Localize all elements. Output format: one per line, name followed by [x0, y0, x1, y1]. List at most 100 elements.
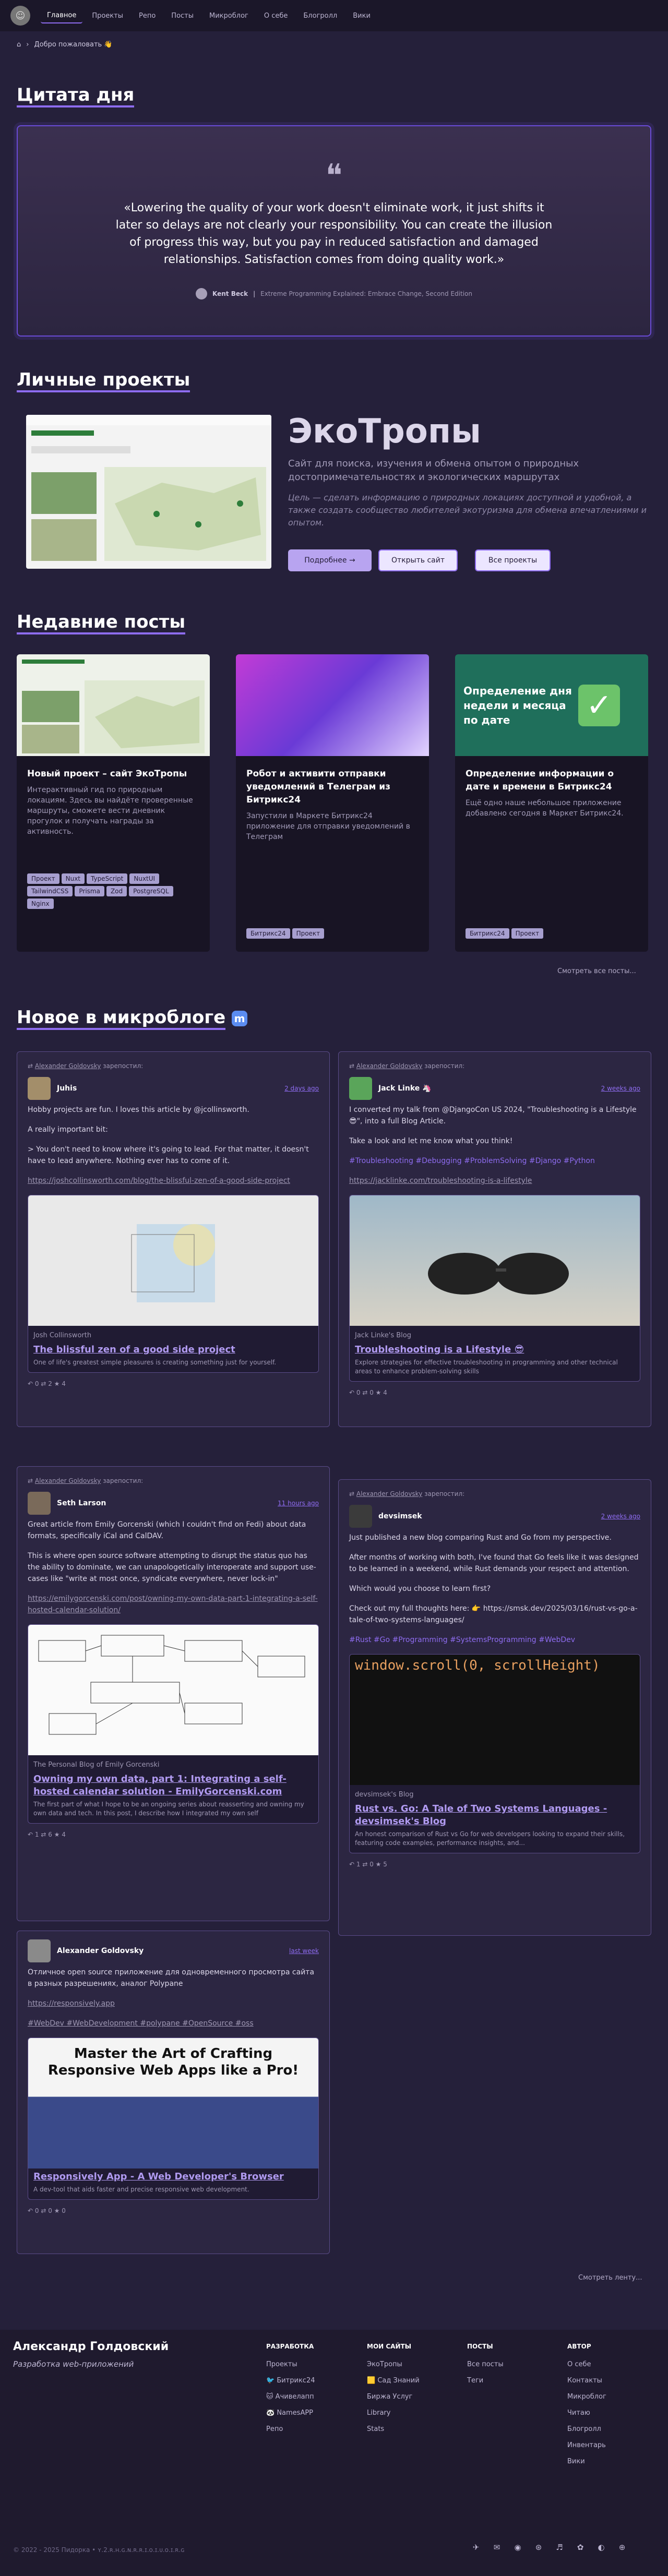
post-time[interactable]: 2 days ago	[284, 1083, 319, 1094]
tag[interactable]: Проект	[511, 928, 544, 939]
preview-title[interactable]: Rust vs. Go: A Tale of Two Systems Langu…	[350, 1801, 640, 1830]
link-preview[interactable]: Josh Collinsworth The blissful zen of a …	[28, 1195, 319, 1373]
tag[interactable]: Nuxt	[61, 873, 85, 884]
post-link[interactable]: https://emilygorcenski.com/post/owning-m…	[28, 1593, 319, 1616]
all-posts-link[interactable]: Смотреть все посты...	[557, 967, 636, 975]
author-name[interactable]: Alexander Goldovsky	[57, 1945, 144, 1957]
tag[interactable]: Проект	[27, 873, 59, 884]
post-text: A really important bit:	[28, 1125, 108, 1134]
footer: Александр Голдовский Разработка web-прил…	[0, 2330, 668, 2576]
mastodon-icon[interactable]: m	[232, 1010, 247, 1026]
nav-posts[interactable]: Посты	[165, 9, 200, 23]
footer-link[interactable]: Блогролл	[567, 2425, 606, 2433]
footer-link[interactable]: Инвентарь	[567, 2441, 606, 2449]
tag[interactable]: Zod	[106, 886, 127, 896]
nav-repo[interactable]: Репо	[133, 9, 162, 23]
avatar-logo[interactable]: ☺	[10, 6, 30, 26]
footer-link[interactable]: Биржа Услуг	[367, 2393, 420, 2401]
tag[interactable]: Nginx	[27, 898, 54, 909]
author-name[interactable]: Seth Larson	[57, 1497, 106, 1509]
post-stats: ↶ 1 ⇄ 6 ★ 4	[28, 1831, 66, 1838]
preview-title[interactable]: Responsively App - A Web Developer's Bro…	[28, 2168, 318, 2185]
footer-link[interactable]: Вики	[567, 2458, 606, 2465]
post-link[interactable]: https://responsively.app	[28, 1998, 319, 2009]
tag[interactable]: Битрикс24	[466, 928, 509, 939]
theme-icon[interactable]: ◐	[595, 2543, 607, 2552]
post-hashtags[interactable]: #Rust #Go #Programming #SystemsProgrammi…	[349, 1634, 640, 1646]
footer-slogan: Разработка web-приложений	[13, 2359, 134, 2369]
mastodon-icon[interactable]: ⊛	[532, 2543, 545, 2552]
microblog-feed-link[interactable]: Смотреть ленту...	[578, 2274, 642, 2282]
bluesky-icon[interactable]: ✿	[574, 2543, 587, 2552]
project-more-button[interactable]: Подробнее →	[288, 549, 372, 571]
breadcrumb: ⌂ › Добро пожаловать 👋	[17, 41, 113, 49]
link-preview[interactable]: Jack Linke's Blog Troubleshooting is a L…	[349, 1195, 640, 1382]
music-icon[interactable]: ♬	[553, 2543, 566, 2552]
tag[interactable]: NuxtUI	[129, 873, 160, 884]
footer-link[interactable]: Читаю	[567, 2409, 606, 2417]
post-time[interactable]: 2 weeks ago	[601, 1511, 640, 1522]
post-link[interactable]: https://joshcollinsworth.com/blog/the-bl…	[28, 1175, 319, 1187]
author-name[interactable]: devsimsek	[378, 1511, 422, 1522]
post-time[interactable]: 11 hours ago	[278, 1497, 319, 1509]
footer-link[interactable]: Все посты	[467, 2361, 504, 2368]
link-preview[interactable]: window.scroll(0, scrollHeight) devsimsek…	[349, 1654, 640, 1853]
link-preview[interactable]: Master the Art of Crafting Responsive We…	[28, 2038, 319, 2200]
nav-wiki[interactable]: Вики	[347, 9, 377, 23]
rss-icon[interactable]: ⊕	[616, 2543, 628, 2552]
preview-title[interactable]: Owning my own data, part 1: Integrating …	[28, 1771, 318, 1800]
avatar[interactable]	[349, 1077, 372, 1100]
footer-link[interactable]: О себе	[567, 2361, 606, 2368]
avatar[interactable]	[349, 1505, 372, 1528]
footer-link[interactable]: Контакты	[567, 2377, 606, 2385]
post-card[interactable]: Робот и активити отправки уведомлений в …	[236, 654, 429, 952]
footer-link[interactable]: 🟨 Сад Знаний	[367, 2377, 420, 2385]
footer-link[interactable]: 🐼 NamesAPP	[266, 2409, 315, 2417]
post-hashtags[interactable]: #Troubleshooting #Debugging #ProblemSolv…	[349, 1155, 640, 1167]
tag[interactable]: TypeScript	[87, 873, 128, 884]
tag[interactable]: Битрикс24	[246, 928, 290, 939]
nav-home[interactable]: Главное	[41, 8, 83, 23]
breadcrumb-current: Добро пожаловать 👋	[34, 41, 113, 49]
nav-microblog[interactable]: Микроблог	[203, 9, 255, 23]
post-time[interactable]: 2 weeks ago	[601, 1083, 640, 1094]
github-icon[interactable]: ◉	[511, 2543, 524, 2552]
footer-link[interactable]: 🐦 Битрикс24	[266, 2377, 315, 2385]
home-icon[interactable]: ⌂	[17, 41, 21, 49]
all-projects-button[interactable]: Все проекты	[475, 549, 551, 571]
footer-link[interactable]: Stats	[367, 2425, 420, 2433]
footer-link[interactable]: Репо	[266, 2425, 315, 2433]
author-name[interactable]: Jack Linke 🦄	[378, 1083, 432, 1094]
author-name[interactable]: Juhis	[57, 1083, 77, 1094]
post-time[interactable]: last week	[289, 1945, 319, 1957]
posts-heading: Недавние посты	[17, 612, 186, 634]
nav-blogroll[interactable]: Блогролл	[297, 9, 343, 23]
tag[interactable]: TailwindCSS	[27, 886, 73, 896]
open-site-button[interactable]: Открыть сайт	[378, 549, 458, 571]
link-preview[interactable]: The Personal Blog of Emily Gorcenski Own…	[28, 1624, 319, 1824]
footer-link[interactable]: 🐱 Ачивелапп	[266, 2393, 315, 2401]
footer-link[interactable]: Теги	[467, 2377, 504, 2385]
footer-link[interactable]: ЭкоТропы	[367, 2361, 420, 2368]
email-icon[interactable]: ✉	[491, 2543, 503, 2552]
footer-link[interactable]: Проекты	[266, 2361, 315, 2368]
footer-link[interactable]: Микроблог	[567, 2393, 606, 2401]
tag[interactable]: Prisma	[75, 886, 104, 896]
post-card[interactable]: Определение дня недели и месяца по дате ✓…	[455, 654, 648, 952]
nav-projects[interactable]: Проекты	[86, 9, 129, 23]
telegram-icon[interactable]: ✈	[470, 2543, 482, 2552]
post-text: This is where open source software attem…	[28, 1552, 316, 1583]
footer-link[interactable]: Library	[367, 2409, 420, 2417]
preview-title[interactable]: Troubleshooting is a Lifestyle 😎	[350, 1341, 640, 1358]
post-card[interactable]: Новый проект – сайт ЭкоТропы Интерактивн…	[17, 654, 210, 952]
tag[interactable]: Проект	[292, 928, 325, 939]
post-link[interactable]: https://jacklinke.com/troubleshooting-is…	[349, 1175, 640, 1187]
tag[interactable]: PostgreSQL	[129, 886, 173, 896]
avatar[interactable]	[28, 1077, 51, 1100]
post-hashtags[interactable]: #WebDev #WebDevelopment #polypane #OpenS…	[28, 2018, 319, 2029]
nav-about[interactable]: О себе	[258, 9, 294, 23]
project-screenshot[interactable]	[26, 415, 271, 569]
avatar[interactable]	[28, 1492, 51, 1515]
preview-title[interactable]: The blissful zen of a good side project	[28, 1341, 318, 1358]
avatar[interactable]	[28, 1939, 51, 1962]
